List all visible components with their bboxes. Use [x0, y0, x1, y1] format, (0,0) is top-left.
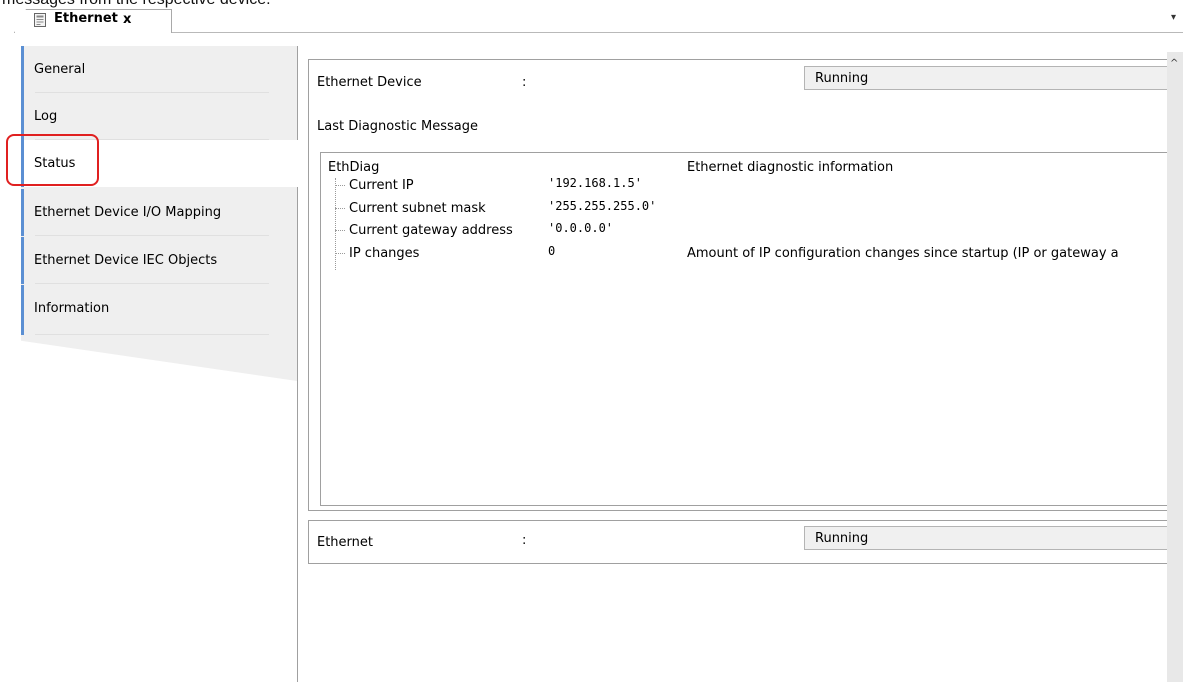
- ethernet-label: Ethernet: [317, 535, 373, 550]
- diag-row-name: Current gateway address: [349, 223, 513, 238]
- ethernet-status-field: Running: [804, 526, 1183, 550]
- tree-connector: [335, 253, 345, 254]
- diag-row-description: Amount of IP configuration changes since…: [687, 246, 1119, 261]
- nav-separator: [35, 283, 269, 284]
- nav-item-information[interactable]: Information: [21, 285, 297, 335]
- nav-item-label: General: [34, 62, 86, 77]
- tab-list-dropdown-icon[interactable]: ▾: [1171, 12, 1176, 23]
- diag-root-description: Ethernet diagnostic information: [687, 160, 894, 175]
- nav-item-label: Ethernet Device IEC Objects: [34, 253, 218, 268]
- ethernet-device-status-field: Running: [804, 66, 1183, 90]
- diag-row-value: '192.168.1.5': [548, 176, 642, 190]
- diag-row-value: '0.0.0.0': [548, 221, 614, 235]
- diag-row-name: Current subnet mask: [349, 201, 486, 216]
- diag-row-name: IP changes: [349, 246, 420, 261]
- nav-item-io-mapping[interactable]: Ethernet Device I/O Mapping: [21, 189, 297, 236]
- status-highlight-annotation: [6, 134, 99, 186]
- nav-item-label: Information: [34, 301, 110, 316]
- device-document-icon: [34, 13, 46, 27]
- nav-item-label: Ethernet Device I/O Mapping: [34, 205, 222, 220]
- ethernet-device-label: Ethernet Device: [317, 75, 422, 90]
- diag-row-value: 0: [548, 244, 556, 258]
- diag-row-value: '255.255.255.0': [548, 199, 657, 213]
- nav-item-label: Log: [34, 109, 58, 124]
- label-separator: :: [522, 533, 527, 548]
- tree-connector: [335, 208, 345, 209]
- last-diagnostic-label: Last Diagnostic Message: [317, 119, 478, 134]
- nav-item-iec-objects[interactable]: Ethernet Device IEC Objects: [21, 237, 297, 284]
- tree-connector: [335, 185, 345, 186]
- nav-item-log[interactable]: Log: [21, 93, 297, 140]
- nav-separator: [35, 235, 269, 236]
- scroll-up-arrow-icon[interactable]: ^: [1170, 58, 1178, 69]
- tree-connector: [335, 230, 345, 231]
- tab-strip-line: [14, 32, 1183, 33]
- vertical-scrollbar[interactable]: [1167, 52, 1183, 682]
- label-separator: :: [522, 75, 527, 90]
- diag-row-name: Current IP: [349, 178, 414, 193]
- tab-close-icon[interactable]: x: [123, 12, 131, 27]
- tree-connector: [335, 178, 336, 270]
- diag-root-name: EthDiag: [328, 160, 380, 175]
- nav-separator: [35, 334, 269, 335]
- editor-tab-bar: [0, 0, 1183, 34]
- tab-title: Ethernet: [54, 11, 118, 26]
- nav-item-general[interactable]: General: [21, 46, 297, 93]
